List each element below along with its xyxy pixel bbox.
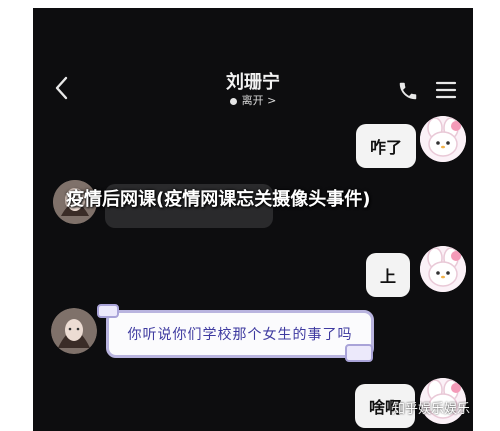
overlay-title: 疫情后网课(疫情网课忘关摄像头事件) [66, 189, 371, 210]
my-avatar[interactable] [420, 246, 466, 292]
watermark-text: 知乎娱乐娱乐 [392, 402, 471, 417]
phone-icon[interactable] [397, 80, 419, 102]
sticker-tag-icon [97, 304, 119, 318]
contact-avatar[interactable] [51, 308, 97, 354]
status-text: 离开 > [241, 94, 277, 107]
melody-avatar-icon [420, 246, 466, 292]
sticker-text: 你听说你们学校那个女生的事了吗 [127, 327, 353, 343]
girl-avatar-icon [51, 308, 97, 354]
message-text: 咋了 [370, 138, 403, 157]
message-bubble-sent[interactable]: 上 [366, 253, 411, 297]
my-avatar[interactable] [420, 116, 466, 162]
message-text: 上 [380, 267, 397, 286]
message-sticker-received[interactable]: 你听说你们学校那个女生的事了吗 [106, 310, 374, 358]
sticker-tag-icon [345, 344, 373, 362]
chat-screen: 刘珊宁 离开 > 咋了 上 你听说你们学校那个女生的事了吗 啥啊 [33, 8, 473, 431]
hamburger-menu-icon[interactable] [433, 78, 459, 102]
melody-avatar-icon [420, 116, 466, 162]
message-bubble-sent[interactable]: 咋了 [356, 124, 417, 168]
status-dot-icon [229, 97, 237, 105]
